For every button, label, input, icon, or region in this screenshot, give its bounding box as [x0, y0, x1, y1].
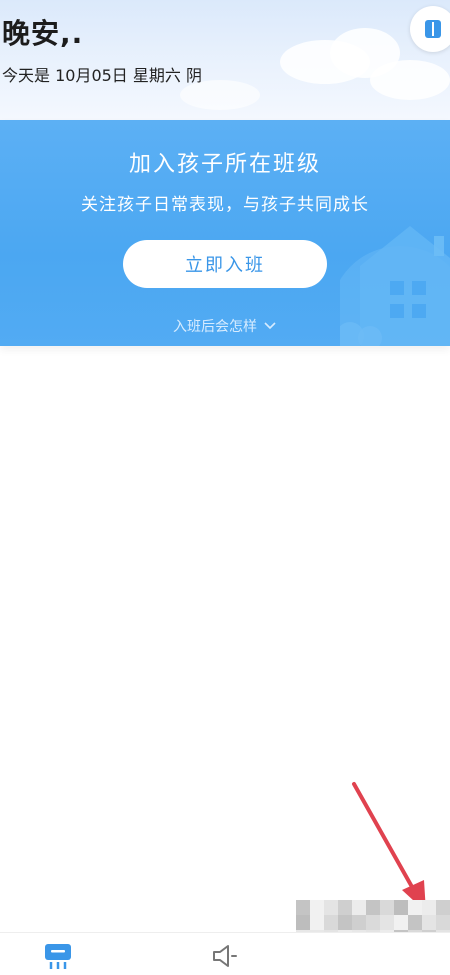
cloud-decoration	[370, 60, 450, 100]
mosaic-pixel	[324, 915, 338, 930]
mosaic-pixel	[436, 915, 450, 930]
bottom-tab-bar	[0, 932, 450, 975]
mosaic-pixel	[408, 900, 422, 915]
panel-toggle-button[interactable]	[410, 6, 450, 52]
mosaic-pixel	[338, 915, 352, 930]
mosaic-pixel	[352, 915, 366, 930]
mosaic-pixel	[380, 900, 394, 915]
mosaic-pixel	[380, 915, 394, 930]
greeting-header: 晚安,. 今天是 10月05日 星期六 阴	[0, 0, 450, 120]
mosaic-pixel	[422, 900, 436, 915]
greeting-title: 晚安,.	[2, 17, 84, 50]
home-board-icon	[45, 944, 71, 969]
mosaic-pixel	[436, 900, 450, 915]
date-weather-text: 今天是 10月05日 星期六 阴	[2, 66, 202, 85]
mosaic-pixel	[296, 900, 310, 915]
join-card-subtitle: 关注孩子日常表现，与孩子共同成长	[81, 195, 369, 215]
panel-toggle-icon	[425, 20, 441, 38]
join-info-label: 入班后会怎样	[173, 319, 257, 335]
mosaic-pixel	[408, 915, 422, 930]
chevron-down-icon	[264, 322, 276, 330]
mosaic-pixel	[352, 900, 366, 915]
join-class-button[interactable]: 立即入班	[123, 240, 327, 288]
mosaic-pixel	[338, 900, 352, 915]
mosaic-pixel	[296, 915, 310, 930]
mosaic-pixel	[366, 900, 380, 915]
mosaic-pixel	[366, 915, 380, 930]
app-screen: 晚安,. 今天是 10月05日 星期六 阴 加入孩子所在班级 关注孩子日常表现，…	[0, 0, 450, 975]
join-card-title: 加入孩子所在班级	[128, 152, 321, 177]
mosaic-pixel	[394, 900, 408, 915]
mosaic-pixel	[394, 915, 408, 930]
join-class-card: 加入孩子所在班级 关注孩子日常表现，与孩子共同成长 立即入班 入班后会怎样	[0, 120, 450, 346]
tab-home[interactable]	[38, 939, 78, 973]
mosaic-pixel	[310, 915, 324, 930]
mosaic-pixel	[324, 900, 338, 915]
mosaic-pixel	[310, 900, 324, 915]
pointer-arrow-annotation	[352, 782, 426, 912]
join-info-link[interactable]: 入班后会怎样	[0, 316, 450, 336]
tab-notice[interactable]	[204, 939, 244, 973]
speaker-icon	[213, 945, 237, 967]
mosaic-pixel	[422, 915, 436, 930]
